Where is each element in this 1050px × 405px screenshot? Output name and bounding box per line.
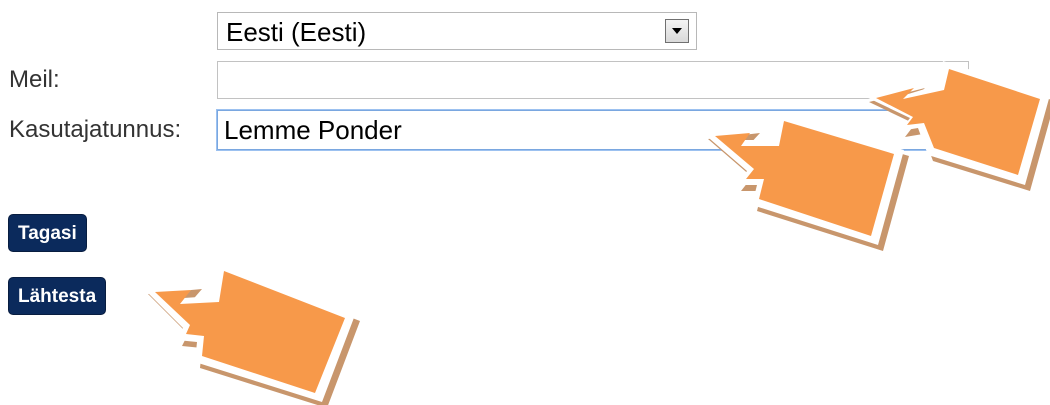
email-label: Meil: — [9, 66, 60, 93]
back-button[interactable]: Tagasi — [8, 214, 87, 252]
reset-button[interactable]: Lähtesta — [8, 277, 107, 315]
password-reset-form: Eesti (Eesti) Meil: Kasutajatunnus: Taga… — [0, 0, 1050, 405]
chevron-down-icon[interactable] — [665, 19, 689, 43]
email-field[interactable] — [217, 61, 969, 99]
language-select[interactable]: Eesti (Eesti) — [217, 12, 697, 50]
username-field[interactable] — [217, 110, 969, 150]
language-select-value: Eesti (Eesti) — [226, 17, 367, 47]
username-label: Kasutajatunnus: — [9, 116, 182, 143]
arrow-pointer-icon — [143, 262, 360, 405]
